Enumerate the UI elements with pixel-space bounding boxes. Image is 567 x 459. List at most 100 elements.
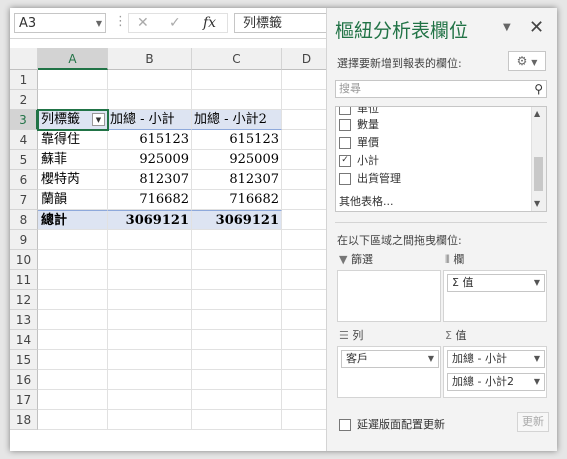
row-header[interactable]: 12 [10, 290, 38, 310]
pivot-value-header-1[interactable]: 加總 - 小計 [108, 110, 192, 130]
columns-zone[interactable]: ⦀ 欄 Σ 值 ▼ [443, 252, 549, 322]
row-header[interactable]: 11 [10, 270, 38, 290]
cancel-icon[interactable]: ✕ [137, 15, 149, 31]
grid-cell[interactable] [282, 370, 326, 390]
row-header[interactable]: 3 [10, 110, 38, 130]
chevron-down-icon[interactable]: ▼ [534, 275, 540, 291]
grid-cell[interactable] [108, 330, 192, 350]
grid-cell[interactable] [282, 150, 326, 170]
grid-cell[interactable] [108, 310, 192, 330]
field-item[interactable]: 單位 [339, 107, 379, 117]
more-tables-link[interactable]: 其他表格... [339, 193, 394, 209]
row-header[interactable]: 10 [10, 250, 38, 270]
sum-subtotal-chip[interactable]: 加總 - 小計 ▼ [447, 350, 545, 368]
insert-function-icon[interactable]: fx [203, 15, 216, 31]
grid-cell[interactable] [38, 410, 108, 430]
columns-drop-area[interactable]: Σ 值 ▼ [443, 270, 547, 322]
grid-cell[interactable] [282, 350, 326, 370]
grid-cell[interactable] [192, 70, 282, 90]
grid-cell[interactable] [282, 250, 326, 270]
grid-cell[interactable] [108, 70, 192, 90]
column-header-b[interactable]: B [108, 48, 192, 70]
values-zone[interactable]: Σ 值 加總 - 小計 ▼ 加總 - 小計2 ▼ [443, 328, 549, 398]
pivot-value[interactable]: 716682 [192, 190, 282, 210]
grid-cell[interactable] [282, 390, 326, 410]
grid-cell[interactable] [38, 70, 108, 90]
grid-cell[interactable] [192, 290, 282, 310]
more-icon[interactable]: ⋮ [114, 14, 127, 29]
row-header[interactable]: 4 [10, 130, 38, 150]
grid-cell[interactable] [282, 230, 326, 250]
row-header[interactable]: 2 [10, 90, 38, 110]
pivot-row-label[interactable]: 蘇菲 [38, 150, 108, 170]
grid-cell[interactable] [108, 230, 192, 250]
row-header[interactable]: 8 [10, 210, 38, 230]
row-header[interactable]: 5 [10, 150, 38, 170]
grid-cell[interactable] [192, 250, 282, 270]
pivot-value[interactable]: 812307 [108, 170, 192, 190]
grid-cell[interactable] [282, 70, 326, 90]
grid-cell[interactable] [282, 270, 326, 290]
field-list-scrollbar[interactable]: ▲ ▼ [531, 107, 546, 211]
pivot-value[interactable]: 925009 [108, 150, 192, 170]
grid-cell[interactable] [192, 90, 282, 110]
grid-cell[interactable] [192, 410, 282, 430]
pivot-grand-total-label[interactable]: 總計 [38, 210, 108, 230]
pivot-value[interactable]: 615123 [108, 130, 192, 150]
grid-cell[interactable] [192, 310, 282, 330]
grid-cell[interactable] [282, 310, 326, 330]
filter-dropdown-icon[interactable]: ▼ [92, 113, 105, 126]
grid-cell[interactable] [192, 330, 282, 350]
checkbox[interactable] [339, 137, 351, 149]
grid-cell[interactable] [108, 250, 192, 270]
pivot-grand-total[interactable]: 3069121 [192, 210, 282, 230]
row-header[interactable]: 17 [10, 390, 38, 410]
enter-icon[interactable]: ✓ [169, 15, 181, 31]
values-field-chip[interactable]: Σ 值 ▼ [447, 274, 545, 292]
checkbox[interactable] [339, 419, 351, 431]
grid-cell[interactable] [282, 210, 326, 230]
pivot-value[interactable]: 615123 [192, 130, 282, 150]
field-item[interactable]: 數量 [339, 117, 379, 133]
pivot-row-label[interactable]: 靠得住 [38, 130, 108, 150]
grid-cell[interactable] [282, 330, 326, 350]
rows-zone[interactable]: ☰ 列 客戶 ▼ [337, 328, 443, 398]
row-header[interactable]: 13 [10, 310, 38, 330]
grid-cell[interactable] [192, 230, 282, 250]
scroll-up-icon[interactable]: ▲ [534, 109, 540, 118]
chevron-down-icon[interactable]: ▼ [428, 351, 434, 367]
formula-input[interactable]: 列標籤 [234, 13, 328, 33]
field-item[interactable]: ✓ 小計 [339, 153, 379, 169]
grid-cell[interactable] [192, 370, 282, 390]
scroll-down-icon[interactable]: ▼ [534, 199, 540, 208]
select-all-corner[interactable] [10, 48, 38, 70]
row-header[interactable]: 14 [10, 330, 38, 350]
pivot-value[interactable]: 925009 [192, 150, 282, 170]
checkbox-checked[interactable]: ✓ [339, 155, 351, 167]
grid-cell[interactable] [38, 390, 108, 410]
grid-cell[interactable] [38, 290, 108, 310]
grid-cell[interactable] [38, 330, 108, 350]
sum-subtotal2-chip[interactable]: 加總 - 小計2 ▼ [447, 373, 545, 391]
grid-cell[interactable] [192, 350, 282, 370]
grid-cell[interactable] [38, 90, 108, 110]
chevron-down-icon[interactable]: ▼ [96, 14, 102, 34]
pivot-value[interactable]: 812307 [192, 170, 282, 190]
grid-cell[interactable] [282, 90, 326, 110]
filters-drop-area[interactable] [337, 270, 441, 322]
pivot-row-label[interactable]: 蘭韻 [38, 190, 108, 210]
filters-zone[interactable]: ▼ 篩選 [337, 252, 443, 322]
pane-options-chevron-icon[interactable]: ▼ [503, 22, 511, 33]
chevron-down-icon[interactable]: ▼ [534, 374, 540, 390]
checkbox[interactable] [339, 107, 351, 115]
pivot-value-header-2[interactable]: 加總 - 小計2 [192, 110, 282, 130]
close-icon[interactable]: ✕ [529, 17, 544, 38]
rows-drop-area[interactable]: 客戶 ▼ [337, 346, 441, 398]
row-header[interactable]: 18 [10, 410, 38, 430]
grid-cell[interactable] [192, 390, 282, 410]
row-header[interactable]: 15 [10, 350, 38, 370]
grid-cell[interactable] [282, 290, 326, 310]
grid-cell[interactable] [38, 230, 108, 250]
grid-cell[interactable] [108, 390, 192, 410]
field-list[interactable]: 單位 數量 單價 ✓ 小計 出貨管理 其他表格... ▲ ▼ [335, 106, 547, 212]
